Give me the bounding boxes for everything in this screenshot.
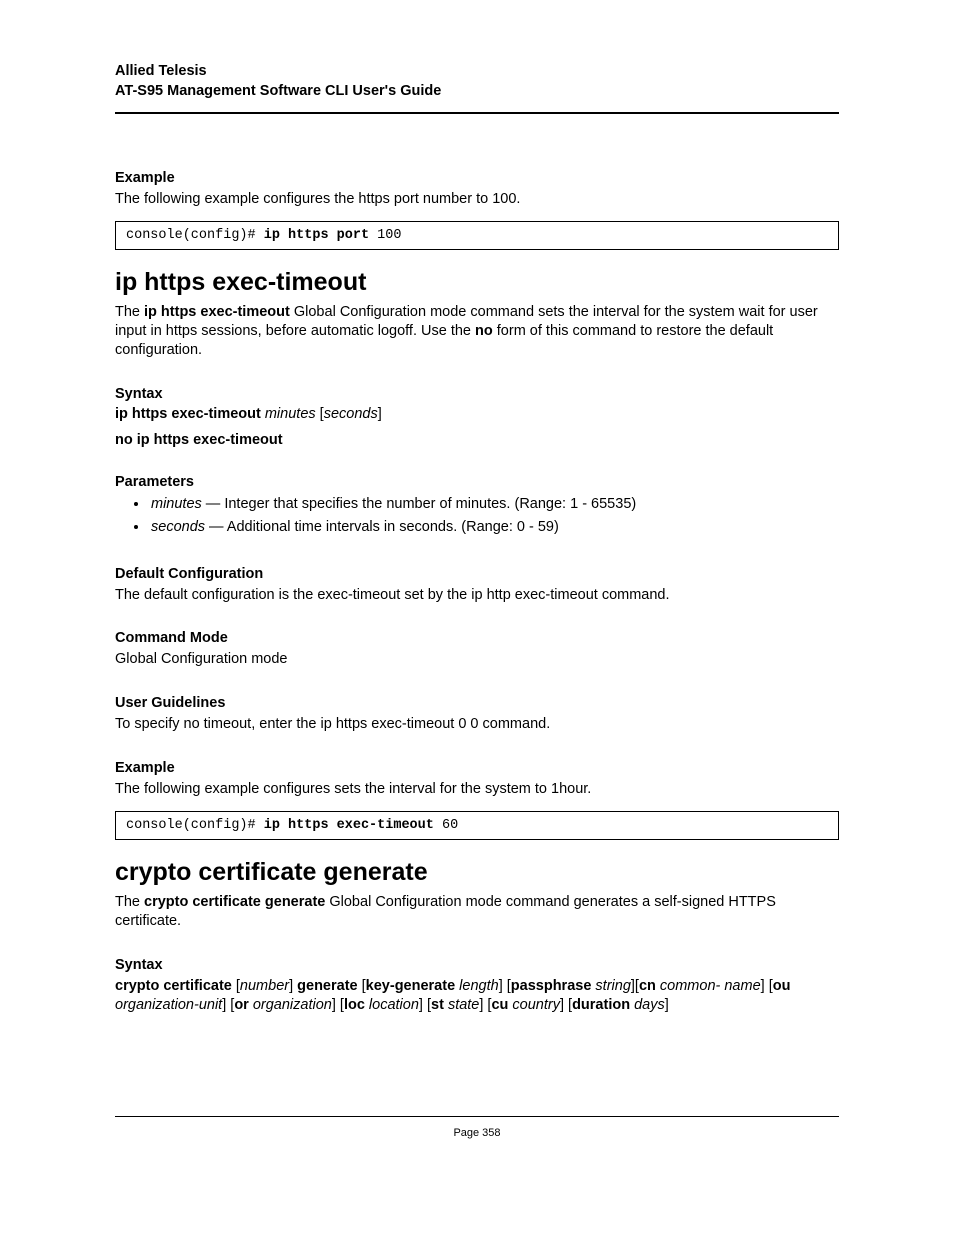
user-guidelines-heading: User Guidelines bbox=[115, 695, 839, 711]
code-arg: 100 bbox=[369, 228, 401, 243]
header-line-1: Allied Telesis bbox=[115, 62, 839, 82]
syntax-heading: Syntax bbox=[115, 386, 839, 402]
doc-header: Allied Telesis AT-S95 Management Softwar… bbox=[115, 62, 839, 101]
cmd2-desc: The crypto certificate generate Global C… bbox=[115, 893, 839, 931]
header-line-2: AT-S95 Management Software CLI User's Gu… bbox=[115, 82, 839, 102]
syntax-line-2: no ip https exec-timeout bbox=[115, 432, 839, 448]
page-number: Page 358 bbox=[115, 1127, 839, 1139]
cmd2-title: crypto certificate generate bbox=[115, 858, 839, 887]
code-prompt: console(config)# bbox=[126, 228, 264, 243]
example2-desc: The following example configures sets th… bbox=[115, 780, 839, 799]
syntax-line-1: ip https exec-timeout minutes [seconds] bbox=[115, 406, 839, 422]
code-cmd: ip https exec-timeout bbox=[264, 818, 434, 833]
cmd1-desc: The ip https exec-timeout Global Configu… bbox=[115, 303, 839, 360]
example2-heading: Example bbox=[115, 760, 839, 776]
default-config-desc: The default configuration is the exec-ti… bbox=[115, 586, 839, 605]
parameters-heading: Parameters bbox=[115, 474, 839, 490]
user-guidelines-desc: To specify no timeout, enter the ip http… bbox=[115, 715, 839, 734]
command-mode-desc: Global Configuration mode bbox=[115, 650, 839, 669]
footer-rule bbox=[115, 1116, 839, 1117]
code-arg: 60 bbox=[434, 818, 458, 833]
syntax2-line: crypto certificate [number] generate [ke… bbox=[115, 977, 839, 1016]
code-prompt: console(config)# bbox=[126, 818, 264, 833]
example-desc: The following example configures the htt… bbox=[115, 190, 839, 209]
example-heading: Example bbox=[115, 170, 839, 186]
document-page: Allied Telesis AT-S95 Management Softwar… bbox=[0, 0, 954, 1235]
code-box-2: console(config)# ip https exec-timeout 6… bbox=[115, 811, 839, 840]
parameters-list: minutes — Integer that specifies the num… bbox=[115, 494, 839, 538]
cmd1-title: ip https exec-timeout bbox=[115, 268, 839, 297]
syntax2-heading: Syntax bbox=[115, 957, 839, 973]
param-item: seconds — Additional time intervals in s… bbox=[149, 517, 839, 538]
code-cmd: ip https port bbox=[264, 228, 369, 243]
code-box-1: console(config)# ip https port 100 bbox=[115, 221, 839, 250]
default-config-heading: Default Configuration bbox=[115, 566, 839, 582]
page-footer: Page 358 bbox=[115, 1116, 839, 1139]
param-item: minutes — Integer that specifies the num… bbox=[149, 494, 839, 515]
command-mode-heading: Command Mode bbox=[115, 630, 839, 646]
